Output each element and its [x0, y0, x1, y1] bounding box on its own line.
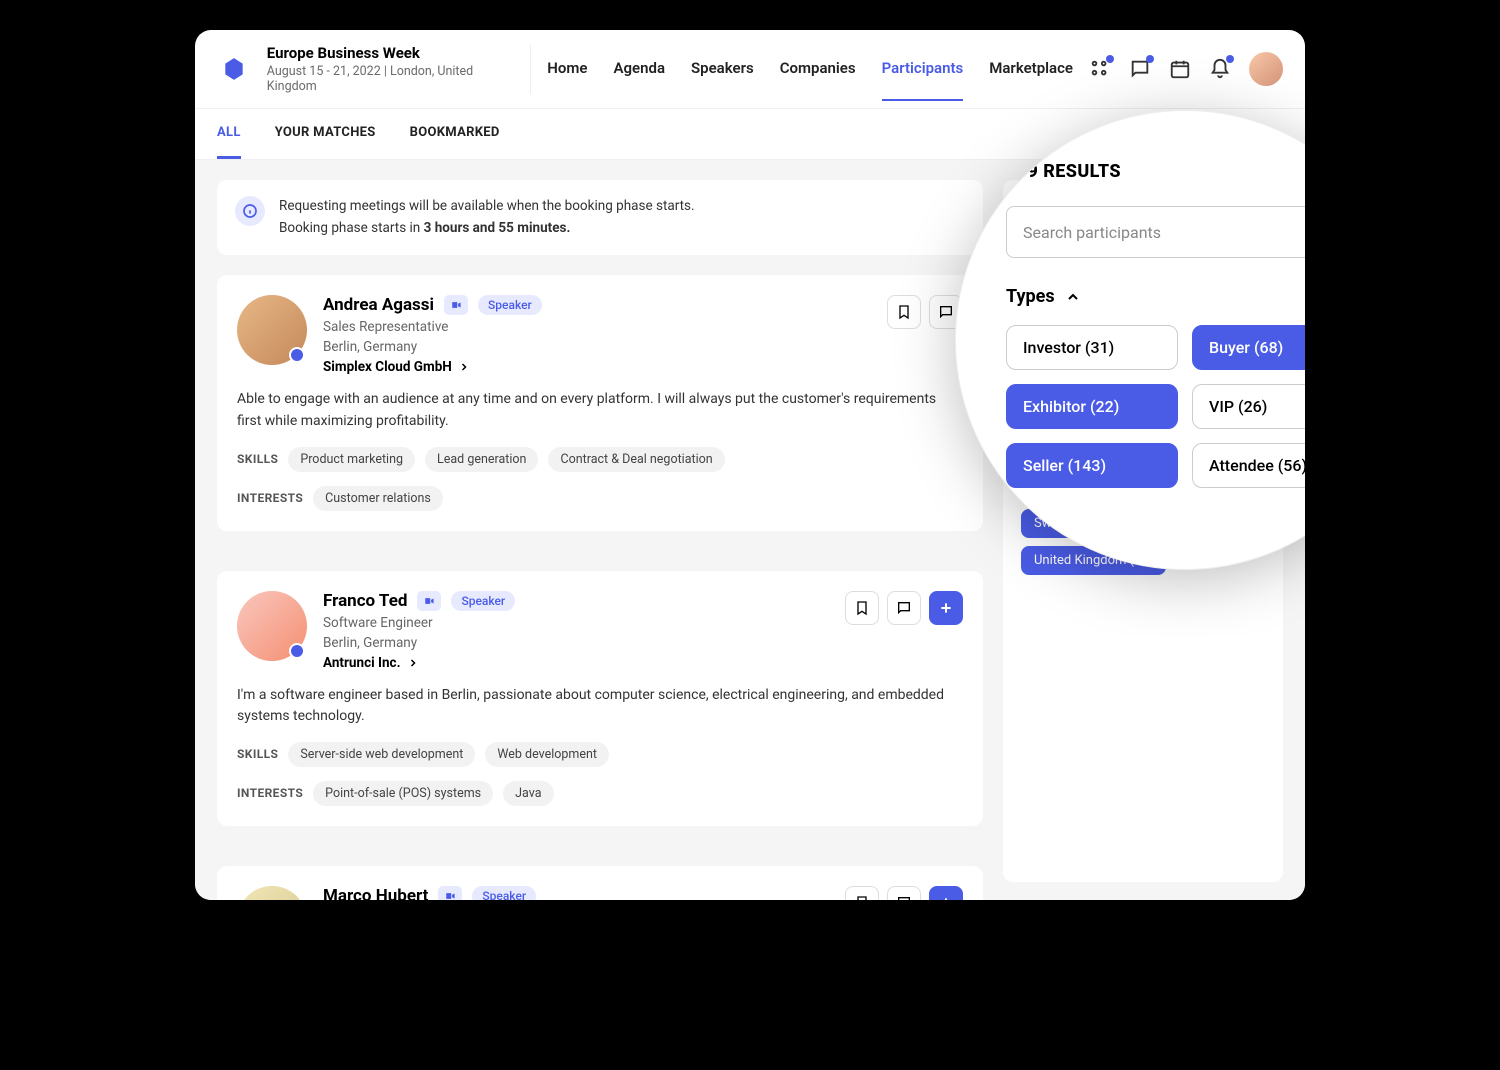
magnify-search[interactable]: Search participants [1006, 206, 1305, 258]
skill-tag: Web development [485, 742, 609, 767]
type-chip[interactable]: Seller (143) [1006, 443, 1178, 488]
user-avatar[interactable] [1249, 52, 1283, 86]
interests-label: INTERESTS [237, 786, 303, 800]
booking-notice: Requesting meetings will be available wh… [217, 180, 983, 255]
chevron-up-icon [1065, 289, 1081, 305]
participant-avatar [237, 295, 307, 365]
calendar-icon[interactable] [1169, 58, 1191, 80]
participant-name: Andrea Agassi [323, 295, 434, 315]
online-status-icon [289, 347, 305, 363]
speaker-badge: Speaker [478, 295, 542, 315]
skill-tag: Product marketing [288, 447, 415, 472]
type-chip[interactable]: VIP (26) [1192, 384, 1305, 429]
main-column: Requesting meetings will be available wh… [217, 180, 983, 882]
participant-desc: I'm a software engineer based in Berlin,… [237, 685, 963, 728]
type-chip[interactable]: Attendee (56) [1192, 443, 1305, 488]
skill-tag: Contract & Deal negotiation [548, 447, 724, 472]
app-window: Europe Business Week August 15 - 21, 202… [195, 30, 1305, 900]
message-button[interactable] [887, 591, 921, 625]
add-button[interactable] [929, 886, 963, 900]
speaker-badge: Speaker [451, 591, 515, 611]
event-subtitle: August 15 - 21, 2022 | London, United Ki… [267, 64, 511, 94]
magnify-type-chips: Investor (31) Buyer (68) Exhibitor (22) VIP… [1006, 325, 1305, 488]
bookmark-button[interactable] [845, 886, 879, 900]
participant-company[interactable]: Simplex Cloud GmbH [323, 359, 871, 375]
interest-tag: Point-of-sale (POS) systems [313, 781, 493, 806]
logo-icon [217, 51, 251, 87]
skills-label: SKILLS [237, 747, 278, 761]
event-title: Europe Business Week [267, 44, 511, 62]
bookmark-button[interactable] [845, 591, 879, 625]
notice-text: Requesting meetings will be available wh… [279, 196, 695, 239]
subtab-matches[interactable]: YOUR MATCHES [275, 109, 376, 159]
nav-marketplace[interactable]: Marketplace [989, 59, 1073, 101]
type-chip[interactable]: Investor (31) [1006, 325, 1178, 370]
video-icon [417, 591, 441, 611]
type-chip[interactable]: Buyer (68) [1192, 325, 1305, 370]
nav-agenda[interactable]: Agenda [614, 59, 666, 101]
bell-icon[interactable] [1209, 58, 1231, 80]
grid-icon[interactable] [1089, 58, 1111, 80]
interests-label: INTERESTS [237, 491, 303, 505]
interest-tag: Customer relations [313, 486, 443, 511]
participant-card: Marco Hubert Speaker Project Manager Vie… [217, 866, 983, 900]
participant-avatar [237, 591, 307, 661]
nav-participants[interactable]: Participants [882, 59, 964, 101]
event-info: Europe Business Week August 15 - 21, 202… [267, 44, 532, 94]
speaker-badge: Speaker [472, 886, 536, 900]
skill-tag: Lead generation [425, 447, 538, 472]
skills-label: SKILLS [237, 452, 278, 466]
chevron-right-icon [458, 361, 470, 373]
participant-location: Berlin, Germany [323, 339, 871, 355]
type-chip[interactable]: Exhibitor (22) [1006, 384, 1178, 429]
participant-name: Franco Ted [323, 591, 407, 611]
interest-tag: Java [503, 781, 553, 806]
video-icon [438, 886, 462, 900]
magnify-types-title[interactable]: Types [1006, 286, 1305, 307]
participant-company[interactable]: Antrunci Inc. [323, 655, 829, 671]
participant-avatar [237, 886, 307, 900]
chat-icon[interactable] [1129, 58, 1151, 80]
participant-name: Marco Hubert [323, 886, 428, 900]
skill-tag: Server-side web development [288, 742, 475, 767]
participant-role: Software Engineer [323, 615, 829, 631]
nav-speakers[interactable]: Speakers [691, 59, 754, 101]
participant-desc: Able to engage with an audience at any t… [237, 389, 963, 432]
participant-role: Sales Representative [323, 319, 871, 335]
participant-card: Franco Ted Speaker Software Engineer Ber… [217, 571, 983, 826]
info-icon [235, 196, 265, 226]
video-icon [444, 295, 468, 315]
header-icons [1089, 52, 1283, 86]
participant-card: Andrea Agassi Speaker Sales Representati… [217, 275, 983, 530]
subtab-bookmarked[interactable]: BOOKMARKED [410, 109, 500, 159]
header: Europe Business Week August 15 - 21, 202… [195, 30, 1305, 109]
online-status-icon [289, 643, 305, 659]
nav-companies[interactable]: Companies [780, 59, 856, 101]
bookmark-button[interactable] [887, 295, 921, 329]
chevron-right-icon [407, 657, 419, 669]
subtab-all[interactable]: ALL [217, 109, 241, 159]
add-button[interactable] [929, 591, 963, 625]
participant-location: Berlin, Germany [323, 635, 829, 651]
nav-home[interactable]: Home [547, 59, 587, 101]
main-nav: Home Agenda Speakers Companies Participa… [547, 59, 1073, 79]
message-button[interactable] [887, 886, 921, 900]
